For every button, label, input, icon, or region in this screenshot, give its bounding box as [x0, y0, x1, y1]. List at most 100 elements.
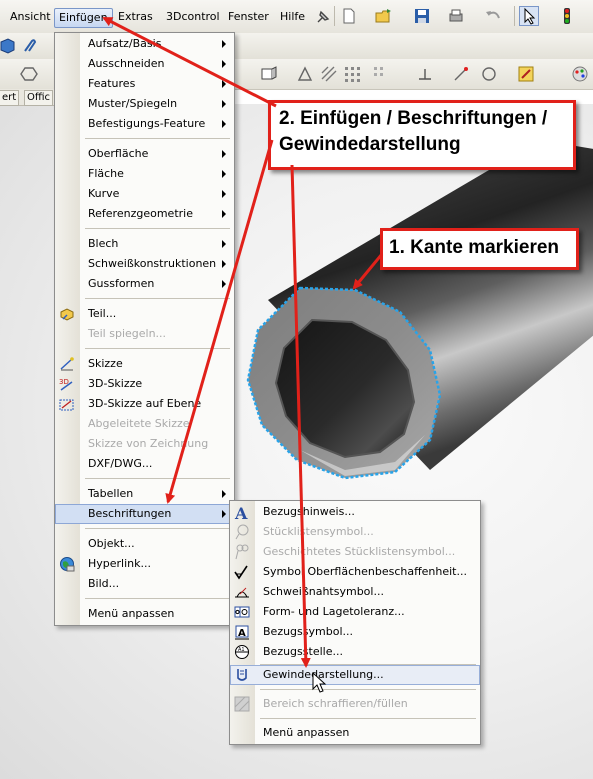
callout-step1-text: 1. Kante markieren	[389, 237, 560, 258]
menu-item-teil-spiegeln: Teil spiegeln...	[88, 327, 167, 340]
note-icon: A	[234, 504, 248, 520]
3d-sketch-on-plane-icon	[59, 399, 74, 411]
menu-item-oberflaeche[interactable]: Oberfläche	[55, 144, 234, 164]
submenu-arrow-icon	[222, 490, 226, 498]
menu-item-tabellen[interactable]: Tabellen	[55, 484, 234, 504]
3d-sketch-icon: 3D	[59, 378, 73, 391]
paperclip-icon[interactable]	[20, 37, 38, 55]
print-icon[interactable]	[447, 7, 465, 25]
open-folder-icon[interactable]	[375, 7, 393, 25]
menu-separator	[85, 298, 230, 299]
menu-ansicht[interactable]: Ansicht	[6, 8, 55, 26]
submenu-arrow-icon	[222, 240, 226, 248]
undo-icon[interactable]	[484, 7, 502, 25]
submenu-arrow-icon	[222, 120, 226, 128]
menu-item-menue-anpassen-sub[interactable]: Menü anpassen	[230, 723, 480, 743]
datum-target-icon: A1	[235, 645, 249, 659]
submenu-arrow-icon	[222, 190, 226, 198]
callout-step1: 1. Kante markieren	[380, 228, 579, 270]
menu-item-blech[interactable]: Blech	[55, 234, 234, 254]
pin-icon[interactable]	[314, 8, 332, 26]
menu-item-teil[interactable]: Teil...	[55, 304, 234, 324]
submenu-arrow-icon	[222, 260, 226, 268]
edit-appearance-icon[interactable]	[517, 65, 535, 83]
geometric-tolerance-icon	[234, 606, 250, 618]
submenu-arrow-icon	[222, 40, 226, 48]
color-palette-icon[interactable]	[571, 65, 589, 83]
save-icon[interactable]	[413, 7, 431, 25]
menu-item-bild[interactable]: Bild...	[55, 574, 234, 594]
menu-item-gewindedarstellung[interactable]: Gewindedarstellung...	[230, 665, 480, 685]
menu-item-schweissnahtsymbol[interactable]: Schweißnahtsymbol...	[230, 582, 480, 602]
traffic-light-icon[interactable]	[558, 7, 576, 25]
tab-ert[interactable]: ert	[0, 90, 20, 106]
menu-item-bereich-schraffieren: Bereich schraffieren/füllen	[230, 694, 480, 714]
menu-fenster[interactable]: Fenster	[224, 8, 273, 26]
menu-item-bezugshinweis[interactable]: A Bezugshinweis...	[230, 502, 480, 522]
menu-item-gussformen[interactable]: Gussformen	[55, 274, 234, 294]
menu-item-beschriftungen[interactable]: Beschriftungen	[55, 504, 234, 524]
menu-item-aufsatz-basis[interactable]: Aufsatz/Basis	[55, 34, 234, 54]
cube-icon[interactable]	[0, 37, 18, 55]
svg-text:A: A	[238, 628, 246, 639]
circle-target-icon[interactable]	[480, 65, 498, 83]
menu-einfuegen[interactable]: Einfügen	[54, 8, 113, 28]
menu-item-hyperlink[interactable]: Hyperlink...	[55, 554, 234, 574]
submenu-arrow-icon	[222, 210, 226, 218]
svg-text:A1: A1	[238, 647, 245, 653]
menu-item-dxf-dwg[interactable]: DXF/DWG...	[55, 454, 234, 474]
menu-3dcontrol[interactable]: 3Dcontrol	[162, 8, 224, 26]
section-view-icon[interactable]	[296, 65, 314, 83]
insert-menu: Aufsatz/Basis Ausschneiden Features Must…	[54, 32, 235, 626]
new-document-icon[interactable]	[340, 7, 358, 25]
svg-text:A: A	[234, 504, 248, 520]
menu-separator	[85, 528, 230, 529]
menu-separator	[85, 228, 230, 229]
menu-item-skizze[interactable]: Skizze	[55, 354, 234, 374]
menu-item-flaeche[interactable]: Fläche	[55, 164, 234, 184]
callout-step2: 2. Einfügen / Beschriftungen / Gewindeda…	[268, 100, 576, 170]
hatch-icon[interactable]	[320, 65, 338, 83]
menu-item-ausschneiden[interactable]: Ausschneiden	[55, 54, 234, 74]
datum-feature-icon: A	[235, 625, 249, 640]
menu-item-bezugssymbol[interactable]: A Bezugssymbol...	[230, 622, 480, 642]
menu-item-form-und-lagetoleranz[interactable]: Form- und Lagetoleranz...	[230, 602, 480, 622]
stacked-balloon-icon	[235, 544, 249, 560]
menu-item-abgeleitete-skizze: Abgeleitete Skizze	[88, 417, 190, 430]
submenu-arrow-icon	[222, 100, 226, 108]
menu-separator	[260, 689, 476, 690]
select-cursor-icon[interactable]	[519, 6, 539, 26]
submenu-arrow-icon	[222, 60, 226, 68]
menu-item-befestigungs-feature[interactable]: Befestigungs-Feature	[55, 114, 234, 134]
grid-icon[interactable]	[343, 65, 361, 83]
grid-small-icon[interactable]	[372, 65, 390, 83]
menu-item-kurve[interactable]: Kurve	[55, 184, 234, 204]
menu-item-symbol-oberflaechenbeschaffenheit[interactable]: Symbol Oberflächenbeschaffenheit...	[230, 562, 480, 582]
dimension-icon[interactable]	[416, 65, 434, 83]
tab-office[interactable]: Offic	[24, 90, 54, 106]
menu-item-muster-spiegeln[interactable]: Muster/Spiegeln	[55, 94, 234, 114]
menu-extras[interactable]: Extras	[114, 8, 157, 26]
smart-dimension-icon[interactable]	[452, 65, 470, 83]
menu-item-3d-skizze[interactable]: 3D 3D-Skizze	[55, 374, 234, 394]
menu-item-features[interactable]: Features	[55, 74, 234, 94]
menu-item-menue-anpassen[interactable]: Menü anpassen	[55, 604, 234, 624]
menu-item-schweisskonstruktionen[interactable]: Schweißkonstruktionen	[55, 254, 234, 274]
submenu-arrow-icon	[222, 510, 226, 518]
weld-symbol-icon	[235, 587, 249, 598]
menu-hilfe[interactable]: Hilfe	[276, 8, 309, 26]
tab-bar: ert Offic	[0, 89, 60, 106]
menu-item-bezugsstelle[interactable]: A1 Bezugsstelle...	[230, 642, 480, 662]
submenu-arrow-icon	[222, 80, 226, 88]
view-orientation-icon[interactable]	[260, 65, 278, 83]
part-icon	[60, 308, 74, 321]
hex-nut-icon[interactable]	[20, 65, 38, 83]
menu-separator	[85, 138, 230, 139]
menu-bar: Ansicht Einfügen Extras 3Dcontrol Fenste…	[0, 0, 593, 34]
menu-item-stuecklistensymbol: Stücklistensymbol...	[230, 522, 480, 542]
menu-item-referenzgeometrie[interactable]: Referenzgeometrie	[55, 204, 234, 224]
menu-item-objekt[interactable]: Objekt...	[55, 534, 234, 554]
menu-item-3d-skizze-auf-ebene[interactable]: 3D-Skizze auf Ebene	[55, 394, 234, 414]
menu-item-geschichtetes-stuecklistensymbol: Geschichtetes Stücklistensymbol...	[230, 542, 480, 562]
menu-item-skizze-von-zeichnung: Skizze von Zeichnung	[88, 437, 209, 450]
